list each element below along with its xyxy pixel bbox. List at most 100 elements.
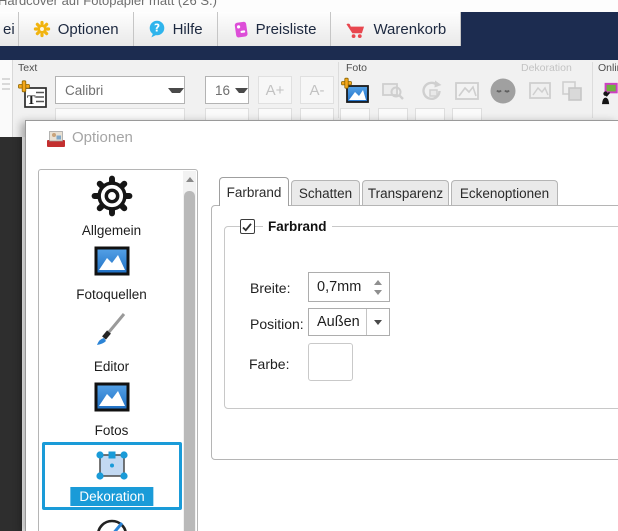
sidebar-item-label: Editor	[93, 359, 130, 374]
menu-item-optionen[interactable]: Optionen	[18, 12, 134, 46]
menu-item-datei-partial[interactable]: ei	[0, 12, 19, 46]
decrease-font-label: A-	[309, 81, 325, 99]
tab-farbrand[interactable]: Farbrand	[219, 177, 289, 206]
cart-icon	[346, 23, 365, 38]
menu-item-warenkorb[interactable]: Warenkorb	[331, 12, 462, 46]
sleepy-face-icon	[490, 78, 516, 104]
menu-label: Optionen	[57, 20, 119, 38]
scroll-up-button[interactable]	[183, 171, 196, 188]
position-value: Außen	[317, 314, 360, 330]
tab-label: Transparenz	[367, 186, 444, 201]
options-category-list: Allgemein Fotoquellen Editor Fotos Dekor…	[38, 169, 198, 531]
sidebar-item-dekoration-selected[interactable]: Dekoration	[42, 442, 182, 510]
add-text-icon: T	[18, 80, 47, 108]
app-dark-backdrop	[0, 137, 22, 531]
svg-text:T: T	[27, 92, 36, 107]
overlapping-squares-icon	[562, 81, 582, 101]
gray-photo-icon	[529, 82, 551, 99]
framed-photo-icon	[455, 82, 479, 100]
dialog-app-icon	[47, 131, 65, 147]
tab-schatten[interactable]: Schatten	[291, 180, 360, 206]
breite-label: Breite:	[250, 280, 291, 296]
sidebar-item-label-selected: Dekoration	[70, 487, 154, 506]
online-presenter-icon	[601, 82, 618, 105]
chevron-down-icon	[168, 87, 184, 93]
toolbar-row2-fragment	[452, 108, 482, 120]
decrease-font-button: A-	[300, 76, 334, 104]
farbe-color-swatch[interactable]	[308, 343, 353, 381]
dialog-title: Optionen	[72, 129, 133, 146]
section-divider	[338, 62, 339, 118]
decoration-image-button	[526, 76, 554, 106]
sidebar-scrollbar[interactable]	[183, 171, 196, 531]
position-dropdown[interactable]: Außen	[308, 308, 390, 336]
tab-label: Schatten	[298, 186, 353, 201]
dropdown-button[interactable]	[366, 309, 389, 335]
navy-divider	[0, 46, 618, 60]
tab-label: Eckenoptionen	[459, 186, 550, 201]
toolbar-row2-fragment	[55, 108, 185, 120]
breite-value: 0,7mm	[317, 279, 362, 295]
tab-transparenz[interactable]: Transparenz	[362, 180, 449, 206]
sidebar-item-label: Fotoquellen	[76, 287, 147, 302]
sidebar-item-label: Fotos	[94, 423, 129, 438]
photo-frame-button	[452, 76, 482, 106]
farbrand-groupbox: Farbrand Breite: 0,7mm Position: Außen F…	[224, 219, 618, 409]
window-title: Hardcover auf Fotopapier matt (26 S.)	[0, 0, 217, 8]
section-label-dekoration: Dekoration	[521, 62, 572, 74]
online-service-button[interactable]	[601, 76, 618, 110]
spinner-down-icon[interactable]	[374, 289, 382, 295]
increase-font-button: A+	[258, 76, 292, 104]
toolbar-row2-fragment	[300, 108, 334, 120]
triangle-up-icon	[185, 177, 194, 182]
section-label-online: Onlin	[598, 62, 618, 74]
window-titlebar: Hardcover auf Fotopapier matt (26 S.)	[0, 0, 618, 12]
rotate-icon	[422, 80, 442, 100]
circle-slash-icon	[96, 519, 127, 531]
section-label-text: Text	[18, 62, 38, 74]
breite-spinner[interactable]: 0,7mm	[308, 272, 390, 302]
sidebar-item-allgemein[interactable]: Allgemein	[39, 174, 184, 238]
photos-icon	[94, 382, 129, 412]
sidebar-item-partial[interactable]	[39, 516, 184, 531]
chevron-down-icon	[374, 319, 382, 325]
menu-label: Warenkorb	[373, 20, 447, 38]
check-icon	[242, 223, 252, 232]
photo-sources-icon	[94, 246, 129, 276]
menu-item-preisliste[interactable]: Preisliste	[217, 12, 332, 46]
price-list-icon	[234, 21, 248, 37]
rotate-photo-button	[415, 76, 445, 106]
scrollbar-thumb[interactable]	[184, 191, 195, 531]
font-family-combo[interactable]: Calibri	[55, 76, 185, 104]
add-text-button[interactable]: T	[17, 78, 49, 112]
photo-magnifier-icon	[382, 83, 404, 100]
add-photo-button[interactable]	[340, 76, 370, 106]
decoration-selection-icon	[96, 451, 128, 480]
gear-icon	[33, 20, 50, 38]
farbrand-checkbox[interactable]	[240, 219, 255, 234]
menu-item-hilfe[interactable]: ? Hilfe	[133, 12, 218, 46]
left-dock-fragment	[0, 60, 13, 137]
tab-label: Farbrand	[226, 185, 282, 200]
sidebar-item-fotoquellen[interactable]: Fotoquellen	[39, 246, 184, 302]
sidebar-item-editor[interactable]: Editor	[39, 310, 184, 374]
section-divider	[592, 62, 593, 118]
section-label-foto: Foto	[346, 62, 368, 74]
sidebar-item-label: Allgemein	[81, 223, 142, 238]
help-icon: ?	[149, 20, 164, 38]
sidebar-item-fotos[interactable]: Fotos	[39, 382, 184, 438]
font-size-combo[interactable]: 16	[205, 76, 249, 104]
tab-eckenoptionen[interactable]: Eckenoptionen	[451, 180, 558, 206]
face-detection-button	[488, 76, 518, 106]
menu-bar: ei Optionen ? Hilfe Preisliste Warenkorb	[0, 12, 618, 46]
photo-edit-button	[378, 76, 408, 106]
menu-label: ei	[3, 20, 15, 38]
menu-label: Hilfe	[172, 20, 203, 38]
font-family-value: Calibri	[65, 82, 104, 98]
increase-font-label: A+	[265, 81, 285, 99]
spinner-up-icon[interactable]	[374, 279, 382, 285]
toolbar-row2-fragment	[258, 108, 292, 120]
gear-outline-icon	[91, 175, 132, 217]
farbe-label: Farbe:	[249, 356, 290, 372]
toolbar-row2-fragment	[378, 108, 408, 120]
